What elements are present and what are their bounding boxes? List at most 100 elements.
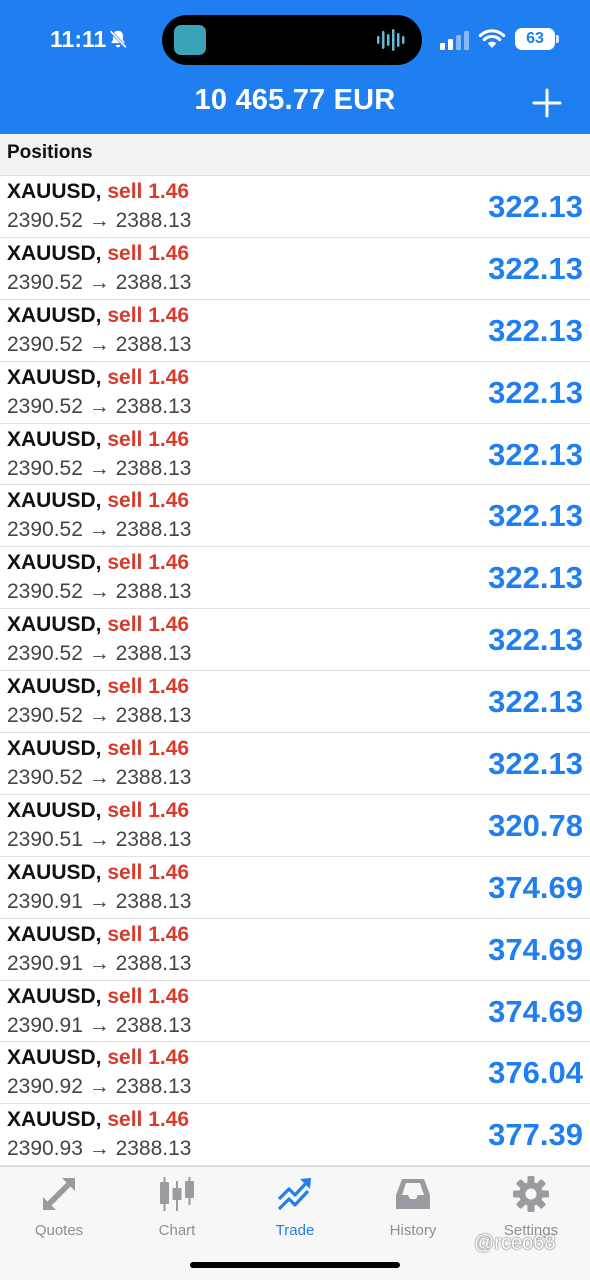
- section-title: Positions: [7, 142, 93, 163]
- position-row[interactable]: XAUUSD, sell 1.46 2390.93 → 2388.13 377.39: [0, 1104, 590, 1167]
- position-side-volume: sell 1.46: [107, 551, 190, 575]
- position-row[interactable]: XAUUSD, sell 1.46 2390.91 → 2388.13 374.69: [0, 857, 590, 919]
- position-title: XAUUSD, sell 1.46: [7, 428, 189, 452]
- position-profit: 374.69: [488, 869, 583, 905]
- tab-label: History: [389, 1222, 437, 1239]
- position-side-volume: sell 1.46: [107, 180, 190, 203]
- position-symbol: XAUUSD,: [7, 613, 102, 637]
- tab-history[interactable]: History: [354, 1175, 472, 1245]
- position-profit: 322.13: [488, 374, 583, 410]
- add-order-button[interactable]: [532, 88, 562, 118]
- home-indicator[interactable]: [190, 1262, 400, 1268]
- position-profit: 322.13: [488, 560, 583, 596]
- position-profit: 322.13: [488, 436, 583, 472]
- position-side-volume: sell 1.46: [107, 798, 190, 822]
- position-prices: 2390.52 → 2388.13: [7, 580, 192, 604]
- position-symbol: XAUUSD,: [7, 180, 102, 203]
- position-side-volume: sell 1.46: [107, 737, 190, 761]
- position-profit: 322.13: [488, 746, 583, 782]
- tab-quotes[interactable]: Quotes: [0, 1175, 118, 1245]
- tab-label: Quotes: [34, 1222, 84, 1239]
- position-side-volume: sell 1.46: [107, 489, 190, 513]
- position-side-volume: sell 1.46: [107, 675, 190, 699]
- position-profit: 377.39: [488, 1117, 583, 1153]
- position-title: XAUUSD, sell 1.46: [7, 737, 189, 761]
- position-title: XAUUSD, sell 1.46: [7, 304, 189, 328]
- position-side-volume: sell 1.46: [107, 984, 190, 1008]
- position-symbol: XAUUSD,: [7, 984, 102, 1008]
- position-symbol: XAUUSD,: [7, 922, 102, 946]
- position-prices: 2390.52 → 2388.13: [7, 518, 192, 542]
- position-title: XAUUSD, sell 1.46: [7, 180, 189, 204]
- position-profit: 322.13: [488, 250, 583, 286]
- positions-list: XAUUSD, sell 1.46 2390.52 → 2388.13 322.13…: [0, 176, 590, 1167]
- audio-waveform-icon: [377, 29, 405, 51]
- position-profit: 374.69: [488, 931, 583, 967]
- position-prices: 2390.91 → 2388.13: [7, 1013, 192, 1037]
- position-side-volume: sell 1.46: [107, 860, 190, 884]
- trade-icon: [277, 1178, 311, 1211]
- position-row[interactable]: XAUUSD, sell 1.46 2390.52 → 2388.13 322.13: [0, 362, 590, 424]
- position-prices: 2390.52 → 2388.13: [7, 332, 192, 356]
- cellular-signal-icon: [440, 31, 469, 50]
- tab-label: Chart: [158, 1222, 196, 1239]
- position-row[interactable]: XAUUSD, sell 1.46 2390.52 → 2388.13 322.13: [0, 424, 590, 486]
- position-side-volume: sell 1.46: [107, 241, 190, 265]
- position-row[interactable]: XAUUSD, sell 1.46 2390.52 → 2388.13 322.13: [0, 176, 590, 238]
- position-title: XAUUSD, sell 1.46: [7, 985, 189, 1009]
- position-symbol: XAUUSD,: [7, 675, 102, 699]
- position-prices: 2390.92 → 2388.13: [7, 1075, 192, 1099]
- position-row[interactable]: XAUUSD, sell 1.46 2390.52 → 2388.13 322.13: [0, 671, 590, 734]
- position-prices: 2390.52 → 2388.13: [7, 209, 192, 232]
- position-profit: 376.04: [488, 1055, 583, 1091]
- position-title: XAUUSD, sell 1.46: [7, 366, 189, 390]
- account-balance: 10 465.77 EUR: [194, 84, 396, 116]
- bell-muted-icon: [109, 30, 127, 49]
- position-row[interactable]: XAUUSD, sell 1.46 2390.51 → 2388.13 320.78: [0, 795, 590, 857]
- tab-chart[interactable]: Chart: [118, 1175, 236, 1245]
- dynamic-island[interactable]: [162, 15, 422, 65]
- position-prices: 2390.52 → 2388.13: [7, 394, 192, 418]
- position-title: XAUUSD, sell 1.46: [7, 242, 189, 266]
- position-prices: 2390.51 → 2388.13: [7, 827, 192, 851]
- position-symbol: XAUUSD,: [7, 737, 102, 761]
- position-title: XAUUSD, sell 1.46: [7, 551, 189, 575]
- position-row[interactable]: XAUUSD, sell 1.46 2390.52 → 2388.13 322.13: [0, 238, 590, 300]
- position-row[interactable]: XAUUSD, sell 1.46 2390.52 → 2388.13 322.13: [0, 300, 590, 362]
- position-side-volume: sell 1.46: [107, 303, 190, 327]
- position-symbol: XAUUSD,: [7, 798, 102, 822]
- position-row[interactable]: XAUUSD, sell 1.46 2390.52 → 2388.13 322.13: [0, 609, 590, 672]
- position-prices: 2390.52 → 2388.13: [7, 704, 192, 728]
- position-row[interactable]: XAUUSD, sell 1.46 2390.52 → 2388.13 322.13: [0, 547, 590, 610]
- position-row[interactable]: XAUUSD, sell 1.46 2390.91 → 2388.13 374.69: [0, 981, 590, 1043]
- position-title: XAUUSD, sell 1.46: [7, 1046, 189, 1070]
- position-row[interactable]: XAUUSD, sell 1.46 2390.91 → 2388.13 374.69: [0, 919, 590, 981]
- position-symbol: XAUUSD,: [7, 860, 102, 884]
- position-title: XAUUSD, sell 1.46: [7, 861, 189, 885]
- candlestick-chart-icon: [160, 1177, 194, 1211]
- position-row[interactable]: XAUUSD, sell 1.46 2390.92 → 2388.13 376.04: [0, 1042, 590, 1105]
- status-time: 11:11: [50, 26, 107, 52]
- position-title: XAUUSD, sell 1.46: [7, 1108, 189, 1132]
- position-title: XAUUSD, sell 1.46: [7, 675, 189, 699]
- position-side-volume: sell 1.46: [107, 613, 190, 637]
- position-prices: 2390.93 → 2388.13: [7, 1137, 192, 1161]
- position-profit: 322.13: [488, 622, 583, 658]
- position-row[interactable]: XAUUSD, sell 1.46 2390.52 → 2388.13 322.13: [0, 733, 590, 795]
- position-side-volume: sell 1.46: [107, 922, 190, 946]
- position-symbol: XAUUSD,: [7, 241, 102, 265]
- tab-trade[interactable]: Trade: [236, 1175, 354, 1245]
- position-profit: 322.13: [488, 189, 583, 224]
- wifi-icon: [478, 29, 506, 48]
- position-side-volume: sell 1.46: [107, 1108, 190, 1132]
- app-header: 11:11 63 10 465.77 EUR: [0, 0, 590, 134]
- positions-section-header: Positions: [0, 134, 590, 176]
- position-symbol: XAUUSD,: [7, 365, 102, 389]
- position-row[interactable]: XAUUSD, sell 1.46 2390.52 → 2388.13 322.13: [0, 485, 590, 548]
- position-prices: 2390.91 → 2388.13: [7, 951, 192, 975]
- position-prices: 2390.52 → 2388.13: [7, 642, 192, 666]
- position-title: XAUUSD, sell 1.46: [7, 613, 189, 637]
- position-profit: 322.13: [488, 684, 583, 720]
- inbox-icon: [396, 1179, 430, 1209]
- position-title: XAUUSD, sell 1.46: [7, 799, 189, 823]
